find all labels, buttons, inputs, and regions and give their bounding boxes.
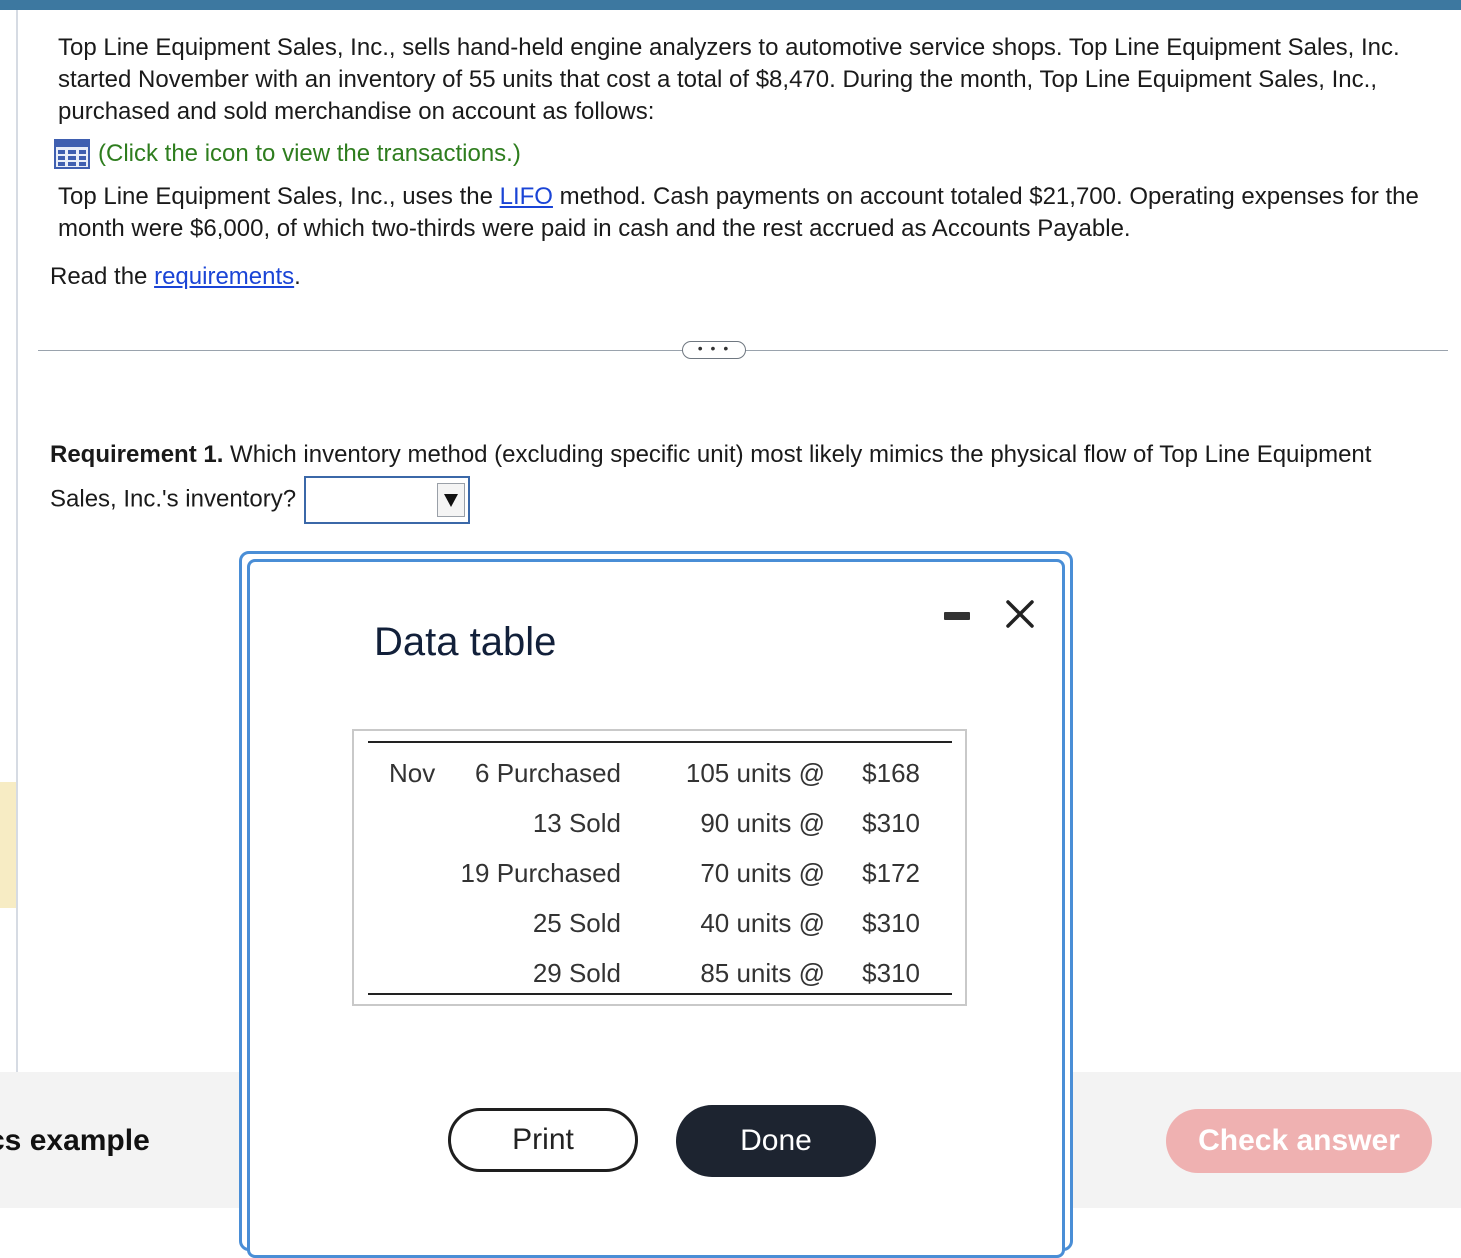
requirement-label: Requirement 1. xyxy=(50,441,224,468)
row-event: 29 Sold xyxy=(532,958,621,988)
requirements-link[interactable]: requirements xyxy=(154,263,294,290)
done-button[interactable]: Done xyxy=(676,1105,876,1177)
dropdown-arrow-icon[interactable] xyxy=(437,483,466,517)
close-icon[interactable] xyxy=(1000,594,1040,634)
table-bottom-rule xyxy=(368,993,952,995)
row-event: 13 Sold xyxy=(532,808,621,838)
dialog-body: Data table Nov 6 Purchased 105 units @ $… xyxy=(247,559,1065,1258)
row-price: $168 xyxy=(862,758,920,788)
view-transactions-text[interactable]: (Click the icon to view the transactions… xyxy=(98,140,521,168)
expand-more-button[interactable]: • • • xyxy=(682,341,746,359)
row-price: $310 xyxy=(862,908,920,938)
top-bar xyxy=(0,0,1461,10)
read-prefix: Read the xyxy=(50,263,155,290)
left-rule xyxy=(16,10,18,1072)
row-price: $310 xyxy=(862,808,920,838)
dialog-title: Data table xyxy=(374,620,557,664)
lifo-link[interactable]: LIFO xyxy=(500,183,553,210)
check-answer-button[interactable]: Check answer xyxy=(1166,1109,1432,1173)
bottom-title: cs example xyxy=(0,1124,150,1157)
inventory-method-dropdown[interactable] xyxy=(304,476,471,524)
read-requirements: Read the requirements. xyxy=(50,261,301,293)
read-suffix: . xyxy=(294,263,301,290)
left-tab[interactable] xyxy=(0,782,16,908)
table-row: 29 Sold 85 units @ $310 xyxy=(354,948,965,998)
table-row: 13 Sold 90 units @ $310 xyxy=(354,798,965,848)
row-event: 6 Purchased xyxy=(475,758,621,788)
row-event: 25 Sold xyxy=(532,908,621,938)
view-transactions-link[interactable]: (Click the icon to view the transactions… xyxy=(54,139,521,169)
table-top-rule xyxy=(368,741,952,743)
table-row: Nov 6 Purchased 105 units @ $168 xyxy=(354,748,965,798)
table-icon[interactable] xyxy=(54,139,90,169)
row-units: 105 units @ xyxy=(685,758,825,788)
row-price: $172 xyxy=(862,858,920,888)
table-row: 25 Sold 40 units @ $310 xyxy=(354,898,965,948)
requirement-1: Requirement 1. Which inventory method (e… xyxy=(50,434,1420,524)
row-units: 40 units @ xyxy=(700,908,825,938)
problem-paragraph: Top Line Equipment Sales, Inc., sells ha… xyxy=(58,34,1400,125)
row-units: 85 units @ xyxy=(700,958,825,988)
print-button[interactable]: Print xyxy=(448,1108,638,1172)
method-text-before: Top Line Equipment Sales, Inc., uses the xyxy=(58,183,500,210)
row-price: $310 xyxy=(862,958,920,988)
transactions-table: Nov 6 Purchased 105 units @ $168 13 Sold… xyxy=(352,729,967,1006)
data-table-dialog: Data table Nov 6 Purchased 105 units @ $… xyxy=(239,551,1073,1258)
requirement-question: Which inventory method (excluding specif… xyxy=(50,441,1372,513)
row-units: 90 units @ xyxy=(700,808,825,838)
row-event: 19 Purchased xyxy=(460,858,621,888)
minimize-icon[interactable] xyxy=(944,612,970,620)
row-units: 70 units @ xyxy=(700,858,825,888)
table-row: 19 Purchased 70 units @ $172 xyxy=(354,848,965,898)
method-paragraph: Top Line Equipment Sales, Inc., uses the… xyxy=(58,181,1438,245)
row-month: Nov xyxy=(389,758,436,788)
